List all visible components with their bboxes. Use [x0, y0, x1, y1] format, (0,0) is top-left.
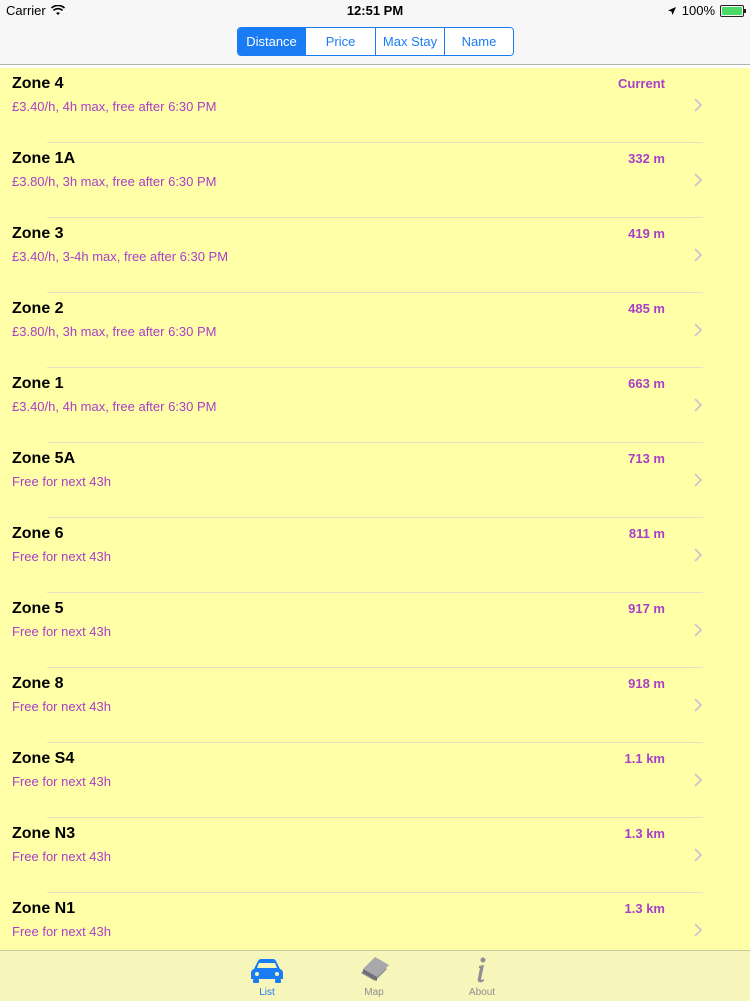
zone-distance: 1.3 km [624, 901, 665, 916]
zone-distance: 918 m [628, 676, 665, 691]
zone-name: Zone N1 [12, 900, 76, 917]
zone-detail: £3.40/h, 4h max, free after 6:30 PM [12, 399, 217, 414]
zone-distance: 811 m [628, 526, 665, 541]
location-arrow-icon [667, 6, 676, 15]
chevron-right-icon [694, 398, 703, 412]
car-icon [251, 959, 283, 983]
sort-max-stay-segment[interactable]: Max Stay [376, 28, 445, 55]
zone-name: Zone 5A [12, 450, 76, 467]
zone-detail: Free for next 43h [12, 699, 111, 714]
zone-name: Zone 5 [12, 600, 64, 617]
zone-name: Zone 1A [12, 150, 76, 167]
zone-row[interactable]: Zone 8 Free for next 43h 918 m [0, 668, 750, 743]
zone-distance: 713 m [628, 451, 665, 466]
chevron-right-icon [694, 98, 703, 112]
zone-name: Zone S4 [12, 750, 75, 767]
zone-distance: 332 m [628, 151, 665, 166]
chevron-right-icon [694, 473, 703, 487]
zone-row[interactable]: Zone 3 £3.40/h, 3-4h max, free after 6:3… [0, 218, 750, 293]
zone-row[interactable]: Zone 6 Free for next 43h 811 m [0, 518, 750, 593]
zone-row[interactable]: Zone N1 Free for next 43h 1.3 km [0, 893, 750, 950]
tab-about[interactable]: About [452, 955, 512, 998]
zone-name: Zone 3 [12, 225, 64, 242]
tab-list[interactable]: List [237, 955, 297, 998]
status-bar: Carrier 12:51 PM 100% [0, 0, 750, 22]
zone-distance: 419 m [628, 226, 665, 241]
battery-icon [720, 4, 746, 17]
sort-name-segment[interactable]: Name [445, 28, 513, 55]
zone-detail: Free for next 43h [12, 549, 111, 564]
chevron-right-icon [694, 548, 703, 562]
sort-distance-segment[interactable]: Distance [238, 28, 306, 55]
info-icon [477, 957, 486, 983]
zone-distance: 663 m [628, 376, 665, 391]
chevron-right-icon [694, 323, 703, 337]
chevron-right-icon [694, 923, 703, 937]
zone-detail: Free for next 43h [12, 774, 111, 789]
zone-row[interactable]: Zone 5A Free for next 43h 713 m [0, 443, 750, 518]
zone-name: Zone 1 [12, 375, 64, 392]
zone-distance: Current [618, 76, 665, 91]
tab-map[interactable]: Map [344, 955, 404, 998]
tab-list-label: List [259, 987, 275, 998]
status-time: 12:51 PM [346, 3, 404, 18]
zone-detail: Free for next 43h [12, 624, 111, 639]
tab-about-label: About [468, 987, 496, 998]
zone-name: Zone 2 [12, 300, 64, 317]
chevron-right-icon [694, 848, 703, 862]
map-book-icon [361, 957, 389, 981]
zone-row[interactable]: Zone N3 Free for next 43h 1.3 km [0, 818, 750, 893]
zone-name: Zone 6 [12, 525, 64, 542]
zone-row[interactable]: Zone 1 £3.40/h, 4h max, free after 6:30 … [0, 368, 750, 443]
zone-row[interactable]: Zone S4 Free for next 43h 1.1 km [0, 743, 750, 818]
zone-row[interactable]: Zone 4 £3.40/h, 4h max, free after 6:30 … [0, 68, 750, 143]
zone-distance: 485 m [628, 301, 665, 316]
chevron-right-icon [694, 773, 703, 787]
zone-name: Zone N3 [12, 825, 76, 842]
zone-list: Zone 4 £3.40/h, 4h max, free after 6:30 … [0, 68, 750, 950]
zone-detail: Free for next 43h [12, 924, 111, 939]
zone-detail: Free for next 43h [12, 474, 111, 489]
sort-price-segment[interactable]: Price [306, 28, 376, 55]
tab-map-label: Map [364, 987, 384, 998]
zone-row[interactable]: Zone 5 Free for next 43h 917 m [0, 593, 750, 668]
chevron-right-icon [694, 173, 703, 187]
zone-detail: £3.40/h, 4h max, free after 6:30 PM [12, 99, 217, 114]
zone-detail: £3.40/h, 3-4h max, free after 6:30 PM [12, 249, 229, 264]
zone-detail: Free for next 43h [12, 849, 111, 864]
zone-detail: £3.80/h, 3h max, free after 6:30 PM [12, 174, 217, 189]
status-right: 100% [667, 3, 746, 18]
zone-distance: 1.3 km [624, 826, 665, 841]
battery-percent: 100% [681, 3, 715, 18]
chevron-right-icon [694, 623, 703, 637]
zone-detail: £3.80/h, 3h max, free after 6:30 PM [12, 324, 217, 339]
zone-name: Zone 4 [12, 75, 64, 92]
zone-row[interactable]: Zone 2 £3.80/h, 3h max, free after 6:30 … [0, 293, 750, 368]
zone-name: Zone 8 [12, 675, 64, 692]
tab-bar: List Map About [0, 950, 750, 1001]
chevron-right-icon [694, 248, 703, 262]
sort-segmented-control: Distance Price Max Stay Name [237, 27, 514, 56]
zone-distance: 1.1 km [624, 751, 665, 766]
chevron-right-icon [694, 698, 703, 712]
zone-row[interactable]: Zone 1A £3.80/h, 3h max, free after 6:30… [0, 143, 750, 218]
zone-distance: 917 m [628, 601, 665, 616]
nav-bar: Distance Price Max Stay Name [0, 22, 750, 65]
